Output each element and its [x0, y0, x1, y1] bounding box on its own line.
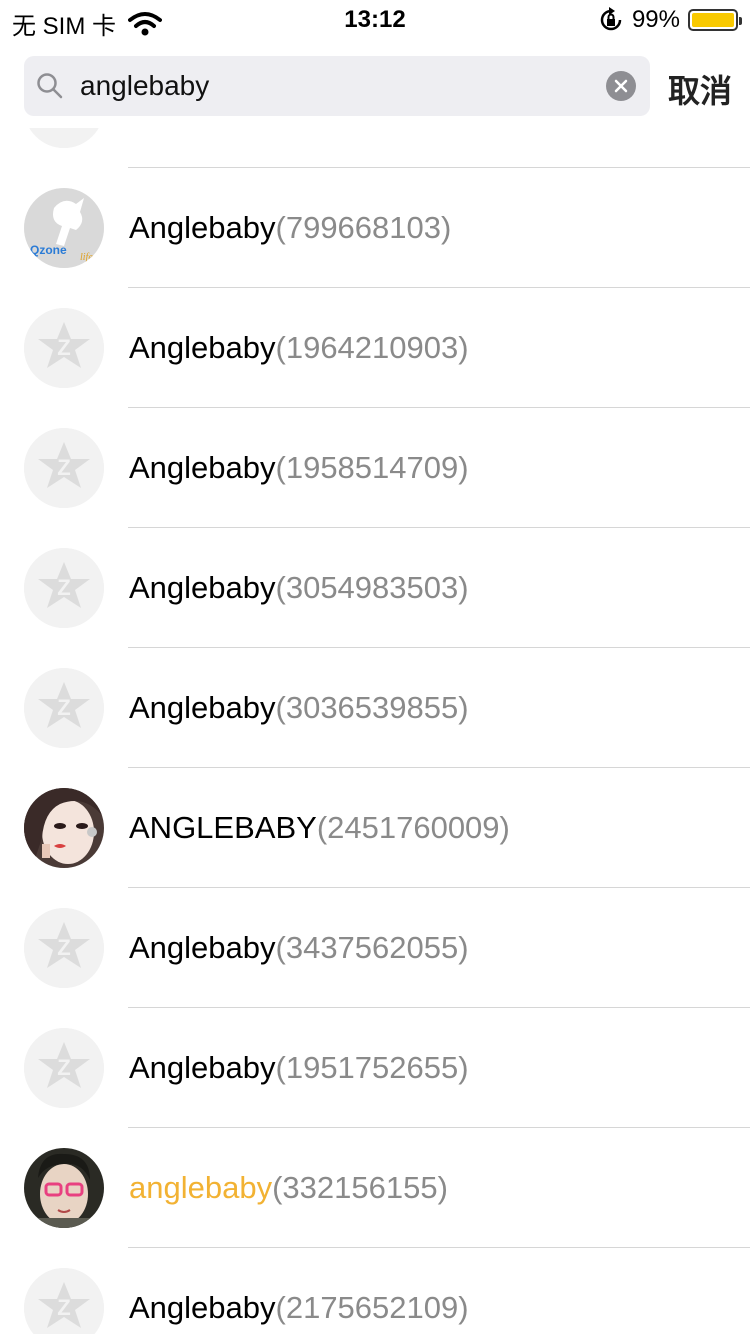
search-input[interactable] — [80, 56, 560, 116]
cancel-button[interactable]: 取消 — [668, 66, 732, 112]
result-qq-number: (3437562055) — [275, 930, 469, 965]
default-qzone-icon: Z — [24, 308, 104, 388]
photo-woman-avatar — [24, 788, 104, 868]
search-field-container[interactable] — [24, 56, 650, 116]
results-list: Z Qzonelife Anglebaby(799668103) Z Angle… — [0, 0, 750, 1334]
result-name: Anglebaby — [129, 1050, 276, 1085]
result-name: Anglebaby — [129, 690, 276, 725]
result-text: Anglebaby(1951752655) — [129, 1050, 469, 1086]
result-qq-number: (1958514709) — [275, 450, 469, 485]
list-item[interactable]: Z Anglebaby(3054983503) — [0, 528, 750, 648]
rotation-lock-icon — [600, 7, 622, 31]
result-text: Anglebaby(3036539855) — [129, 690, 469, 726]
result-text: Anglebaby(1958514709) — [129, 450, 469, 486]
result-text: Anglebaby(3437562055) — [129, 930, 469, 966]
qzone-logo: Qzone life — [24, 188, 104, 268]
result-text: Anglebaby(3054983503) — [129, 570, 469, 606]
svg-text:Z: Z — [57, 935, 70, 960]
result-text: ANGLEBABY(2451760009) — [129, 810, 510, 846]
list-item[interactable]: ANGLEBABY(2451760009) — [0, 768, 750, 888]
result-qq-number: (332156155) — [272, 1170, 448, 1205]
list-item[interactable]: Z Anglebaby(2175652109) — [0, 1248, 750, 1334]
close-icon — [614, 79, 628, 93]
default-qzone-icon: Z — [24, 428, 104, 508]
status-right: 99% — [598, 6, 742, 34]
result-text: Anglebaby(1964210903) — [129, 330, 469, 366]
status-bar: 无 SIM 卡 13:12 99% — [0, 0, 750, 40]
result-qq-number: (2451760009) — [316, 810, 510, 845]
list-item[interactable]: anglebaby(332156155) — [0, 1128, 750, 1248]
default-qzone-icon: Z — [24, 548, 104, 628]
svg-text:Z: Z — [57, 1295, 70, 1320]
battery-percent: 99% — [631, 6, 680, 33]
list-item[interactable]: Qzone life Anglebaby(799668103) — [0, 168, 750, 288]
result-qq-number: (1951752655) — [275, 1050, 469, 1085]
battery-icon — [688, 9, 742, 31]
svg-text:Z: Z — [57, 695, 70, 720]
result-name: Anglebaby — [129, 330, 276, 365]
result-text: Anglebaby(2175652109) — [129, 1290, 469, 1326]
result-qq-number: (1964210903) — [275, 330, 469, 365]
svg-text:life: life — [80, 252, 93, 263]
photo-woman-glasses-avatar — [24, 1148, 104, 1228]
result-name: Anglebaby — [129, 1290, 276, 1325]
result-text: Anglebaby(799668103) — [129, 210, 451, 246]
result-qq-number: (2175652109) — [275, 1290, 469, 1325]
svg-text:Z: Z — [57, 575, 70, 600]
search-bar: 取消 — [0, 56, 750, 116]
result-qq-number: (799668103) — [275, 210, 452, 245]
result-name-highlighted: anglebaby — [129, 1170, 273, 1205]
result-text: anglebaby(332156155) — [129, 1170, 448, 1206]
result-name: Anglebaby — [129, 570, 276, 605]
result-name: Anglebaby — [129, 930, 276, 965]
list-item[interactable]: Z Anglebaby(3437562055) — [0, 888, 750, 1008]
svg-text:Z: Z — [57, 1055, 70, 1080]
list-item[interactable]: Z Anglebaby(1951752655) — [0, 1008, 750, 1128]
svg-text:Z: Z — [57, 335, 70, 360]
default-qzone-icon: Z — [24, 1028, 104, 1108]
header: 无 SIM 卡 13:12 99% anglebaby 取消 — [0, 0, 750, 128]
result-name: ANGLEBABY — [129, 810, 317, 845]
default-qzone-icon: Z — [24, 1268, 104, 1334]
default-qzone-icon: Z — [24, 668, 104, 748]
list-item[interactable]: Z Anglebaby(3036539855) — [0, 648, 750, 768]
list-item[interactable]: Z Anglebaby(1964210903) — [0, 288, 750, 408]
svg-text:Qzone: Qzone — [30, 243, 67, 257]
result-name: Anglebaby — [129, 450, 276, 485]
result-qq-number: (3036539855) — [275, 690, 469, 725]
result-name: Anglebaby — [129, 210, 276, 245]
search-icon — [37, 73, 63, 99]
clear-search-button[interactable] — [606, 71, 636, 101]
result-qq-number: (3054983503) — [275, 570, 469, 605]
list-item[interactable]: Z Anglebaby(1958514709) — [0, 408, 750, 528]
default-qzone-icon: Z — [24, 908, 104, 988]
svg-text:Z: Z — [57, 455, 70, 480]
